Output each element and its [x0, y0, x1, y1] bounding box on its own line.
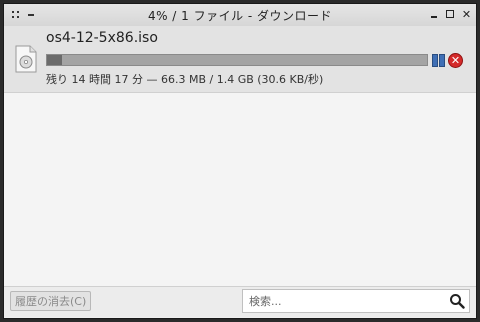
download-progress-fill — [47, 55, 63, 65]
pause-icon-bar-left — [432, 54, 438, 67]
download-status: 残り 14 時間 17 分 — 66.3 MB / 1.4 GB (30.6 K… — [46, 73, 324, 86]
clear-history-button[interactable]: 履歴の消去(C) — [10, 291, 92, 311]
search-input[interactable] — [249, 293, 439, 309]
disc-file-icon — [15, 45, 37, 73]
bottom-toolbar: 履歴の消去(C) — [4, 286, 476, 317]
search-icon[interactable] — [449, 293, 465, 309]
search-box[interactable] — [242, 289, 470, 313]
minimize-button[interactable] — [429, 9, 440, 20]
window-title: 4% / 1 ファイル - ダウンロード — [147, 9, 333, 23]
title-bar[interactable]: 4% / 1 ファイル - ダウンロード ✕ — [4, 4, 476, 27]
pause-icon-bar-right — [439, 54, 445, 67]
download-item[interactable]: os4-12-5x86.iso ✕ 残り 14 時間 17 分 — 66.3 M… — [4, 26, 476, 93]
download-progress-bar — [46, 54, 428, 66]
close-window-button[interactable]: ✕ — [461, 9, 472, 20]
download-filename: os4-12-5x86.iso — [46, 30, 158, 46]
maximize-button[interactable] — [445, 9, 456, 20]
pause-button[interactable] — [432, 54, 446, 67]
downloads-window: 4% / 1 ファイル - ダウンロード ✕ os4-12-5x86.iso ✕… — [3, 3, 477, 319]
download-list: os4-12-5x86.iso ✕ 残り 14 時間 17 分 — 66.3 M… — [4, 26, 476, 286]
cancel-button[interactable]: ✕ — [448, 53, 463, 68]
